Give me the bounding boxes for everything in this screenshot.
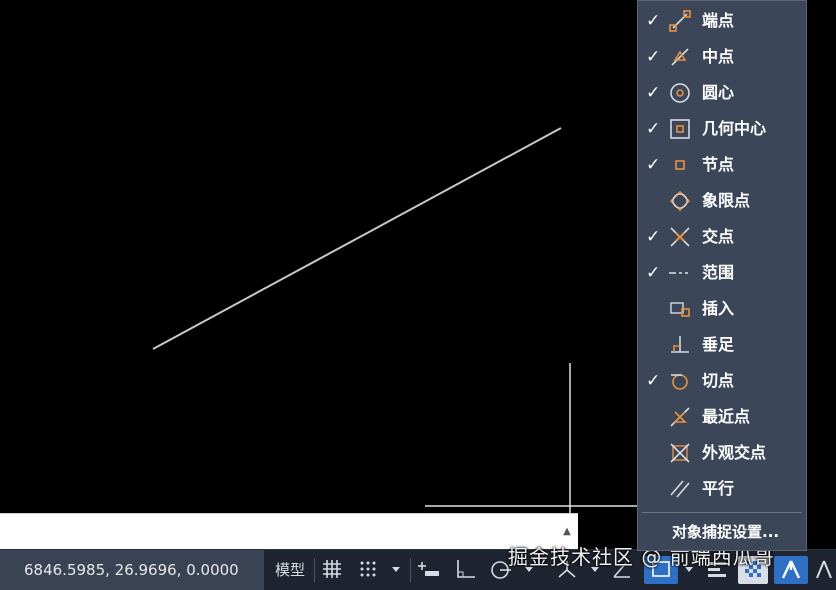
parallel-icon — [670, 480, 690, 498]
snap-item-label: 外观交点 — [702, 443, 767, 462]
check-icon: ✓ — [646, 83, 661, 103]
snap-item-center[interactable]: ✓ 圆心 — [638, 75, 806, 111]
check-icon — [646, 443, 662, 463]
check-icon — [646, 479, 662, 499]
snap-item-label: 切点 — [702, 371, 735, 390]
snap-item-nearest[interactable]: 最近点 — [638, 399, 806, 435]
center-icon — [670, 83, 690, 103]
snap-item-label: 中点 — [702, 47, 735, 66]
infer-constraints-icon[interactable] — [414, 556, 444, 584]
snap-item-perpendicular[interactable]: 垂足 — [638, 327, 806, 363]
snap-item-node[interactable]: ✓ 节点 — [638, 147, 806, 183]
snap-item-endpoint[interactable]: ✓ 端点 — [638, 3, 806, 39]
snap-item-tangent[interactable]: ✓ 切点 — [638, 363, 806, 399]
snap-item-label: 圆心 — [702, 83, 735, 102]
grid-icon[interactable] — [318, 556, 346, 584]
snap-item-label: 节点 — [702, 155, 735, 174]
dropdown-icon[interactable] — [386, 556, 406, 584]
check-icon — [646, 191, 662, 211]
midpoint-icon — [671, 48, 689, 66]
snap-item-geometric-center[interactable]: ✓ 几何中心 — [638, 111, 806, 147]
divider — [314, 558, 315, 582]
perpendicular-icon — [671, 336, 689, 353]
snap-item-midpoint[interactable]: ✓ 中点 — [638, 39, 806, 75]
object-snap-menu: ✓ 端点 ✓ 中点 ✓ 圆心 ✓ 几何中心 ✓ 节点象限点 ✓ 交点 ✓ 范围插入垂足 ✓ 切点最近点外观交点… — [637, 0, 807, 551]
check-icon: ✓ — [646, 371, 661, 391]
object-snap-settings-item[interactable]: 对象捕捉设置... — [672, 521, 779, 542]
check-icon: ✓ — [646, 227, 661, 247]
geometric-center-icon — [670, 119, 690, 139]
snap-item-apparent-intersection[interactable]: 外观交点 — [638, 435, 806, 471]
extension-icon — [669, 272, 688, 274]
snap-item-intersection[interactable]: ✓ 交点 — [638, 219, 806, 255]
tangent-icon — [671, 374, 688, 390]
snap-item-label: 象限点 — [702, 191, 751, 210]
check-icon: ✓ — [646, 263, 661, 283]
check-icon — [646, 299, 662, 319]
command-input[interactable] — [0, 514, 556, 550]
check-icon: ✓ — [646, 119, 661, 139]
endpoint-icon — [669, 10, 691, 32]
snap-item-label: 几何中心 — [702, 119, 767, 138]
snap-item-extension[interactable]: ✓ 范围 — [638, 255, 806, 291]
check-icon — [646, 335, 662, 355]
menu-divider — [642, 512, 802, 513]
snap-item-label: 最近点 — [702, 407, 751, 426]
snap-item-label: 平行 — [702, 479, 735, 498]
command-history-button[interactable]: ▲ — [560, 524, 574, 540]
drawn-line[interactable] — [152, 127, 562, 350]
ortho-icon[interactable] — [450, 556, 480, 584]
snap-item-label: 交点 — [702, 227, 735, 246]
crosshair-cursor — [425, 363, 640, 513]
coordinates-display[interactable]: 6846.5985, 26.9696, 0.0000 — [0, 550, 264, 590]
annotation-scale-icon[interactable] — [812, 556, 836, 584]
apparent-intersection-icon — [670, 443, 690, 463]
model-space-button[interactable]: 模型 — [268, 556, 312, 584]
snap-item-label: 端点 — [702, 11, 735, 30]
nearest-icon — [670, 407, 690, 427]
snap-item-quadrant[interactable]: 象限点 — [638, 183, 806, 219]
snap-item-insertion[interactable]: 插入 — [638, 291, 806, 327]
check-icon: ✓ — [646, 11, 661, 31]
insertion-icon — [670, 302, 690, 317]
annotation-visibility-icon[interactable] — [774, 556, 808, 584]
command-line[interactable]: ▲ — [0, 513, 578, 550]
snap-item-label: 范围 — [702, 263, 735, 282]
check-icon — [646, 407, 662, 427]
snap-icon[interactable] — [354, 556, 382, 584]
snap-item-parallel[interactable]: 平行 — [638, 471, 806, 507]
snap-item-label: 垂足 — [702, 335, 735, 354]
check-icon: ✓ — [646, 155, 661, 175]
quadrant-icon — [669, 190, 691, 212]
snap-item-label: 插入 — [702, 299, 735, 318]
check-icon: ✓ — [646, 47, 661, 67]
divider — [410, 558, 411, 582]
intersection-icon — [670, 227, 690, 247]
node-icon — [675, 160, 685, 170]
